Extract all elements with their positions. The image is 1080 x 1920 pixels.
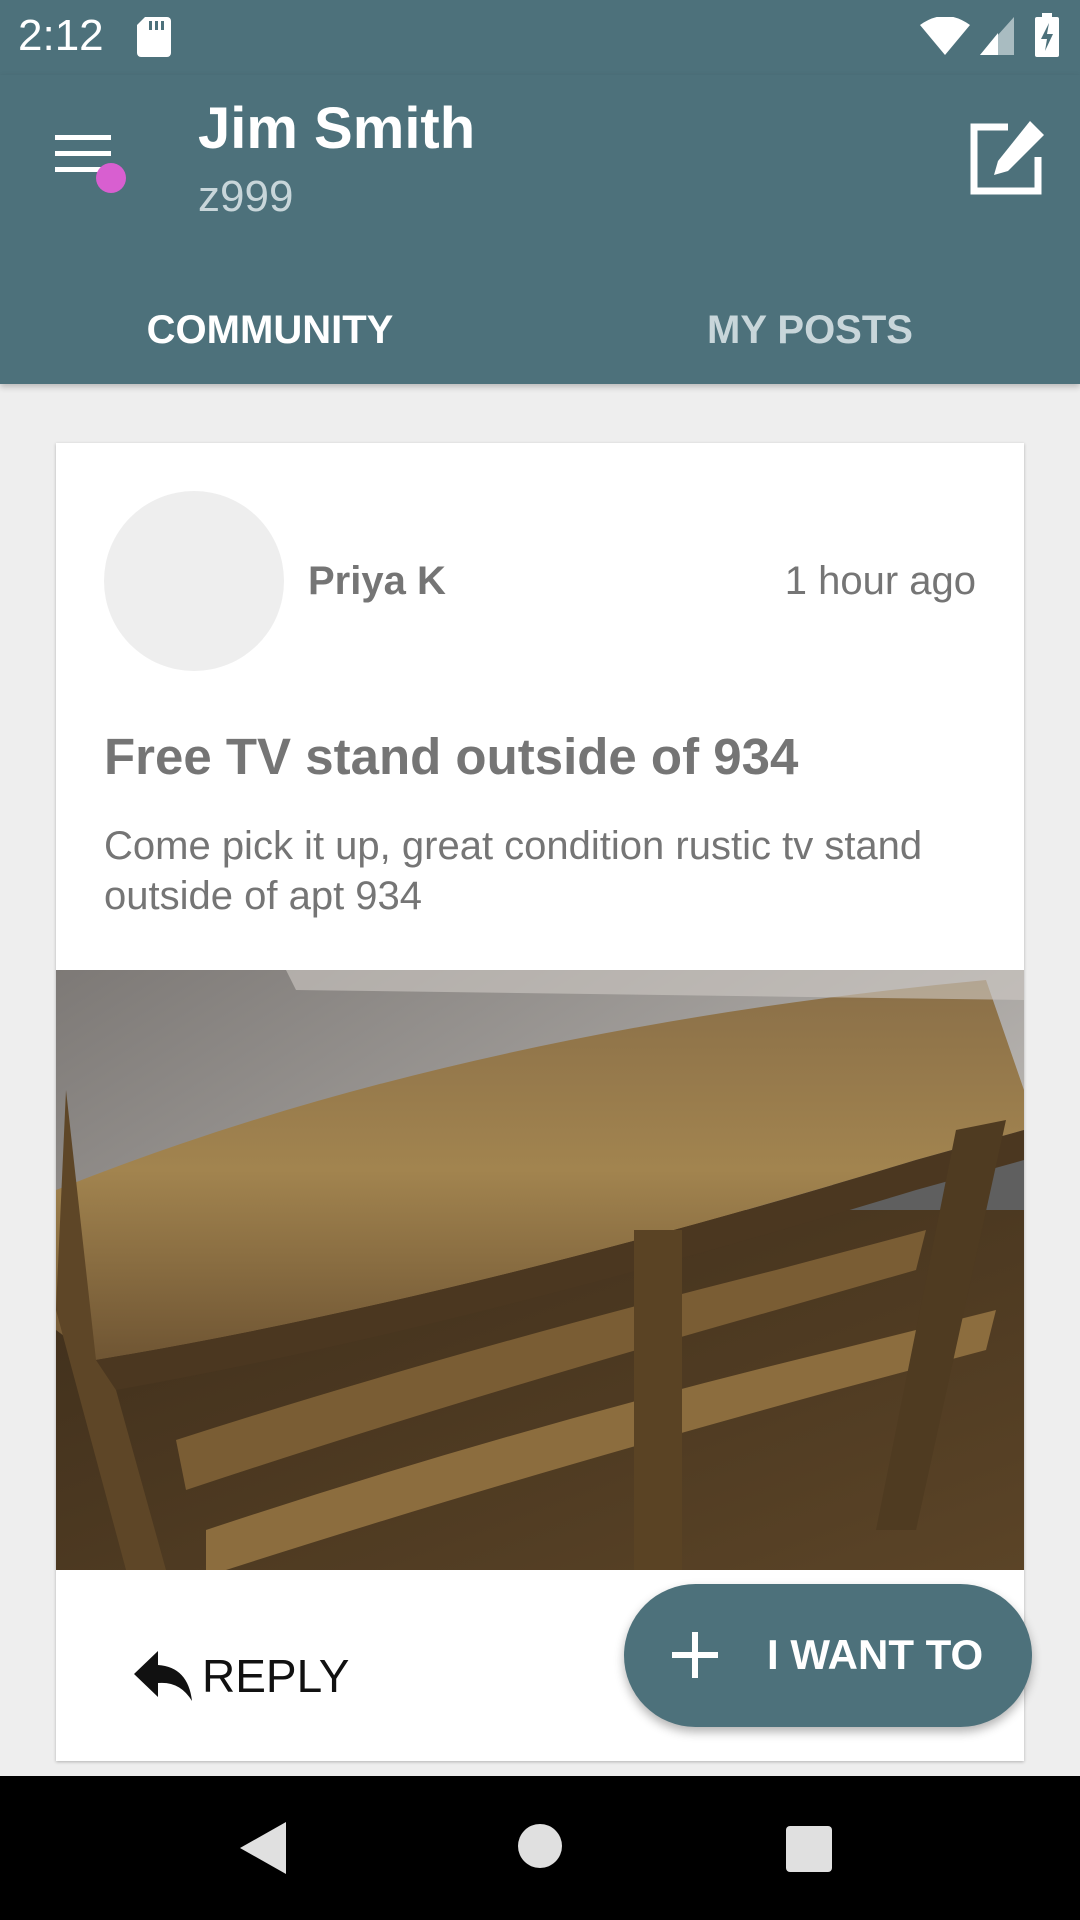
tab-community[interactable]: COMMUNITY — [0, 275, 540, 384]
user-id: z999 — [198, 172, 294, 221]
post-timestamp: 1 hour ago — [784, 559, 976, 603]
i-want-to-button[interactable]: I WANT TO — [624, 1584, 1032, 1727]
i-want-to-label: I WANT TO — [767, 1631, 984, 1678]
sd-card-icon — [137, 17, 171, 57]
recents-icon[interactable] — [786, 1826, 832, 1872]
status-time: 2:12 — [18, 11, 104, 60]
post-author: Priya K — [308, 559, 446, 603]
reply-button[interactable]: REPLY — [134, 1641, 349, 1711]
signal-icon — [980, 17, 1014, 55]
system-nav-bar — [0, 1776, 1080, 1920]
post-title: Free TV stand outside of 934 — [104, 728, 799, 785]
status-bar: 2:12 — [0, 0, 1080, 75]
compose-icon[interactable] — [968, 117, 1048, 197]
post-body: Come pick it up, great condition rustic … — [104, 824, 923, 918]
notification-dot — [96, 163, 126, 193]
app-bar: Jim Smith z999 COMMUNITY MY POSTS — [0, 75, 1080, 384]
reply-label: REPLY — [202, 1650, 350, 1702]
post-photo[interactable] — [56, 970, 1024, 1570]
tab-my-posts[interactable]: MY POSTS — [540, 275, 1080, 384]
battery-charging-icon — [1035, 13, 1059, 57]
avatar — [104, 491, 284, 671]
back-icon[interactable] — [240, 1822, 290, 1874]
wifi-icon — [920, 17, 970, 55]
plus-icon — [672, 1632, 718, 1678]
user-name: Jim Smith — [198, 96, 476, 161]
home-icon[interactable] — [518, 1824, 562, 1868]
reply-arrow-icon — [134, 1651, 192, 1701]
post-card[interactable]: Priya K 1 hour ago Free TV stand outside… — [56, 443, 1024, 1761]
